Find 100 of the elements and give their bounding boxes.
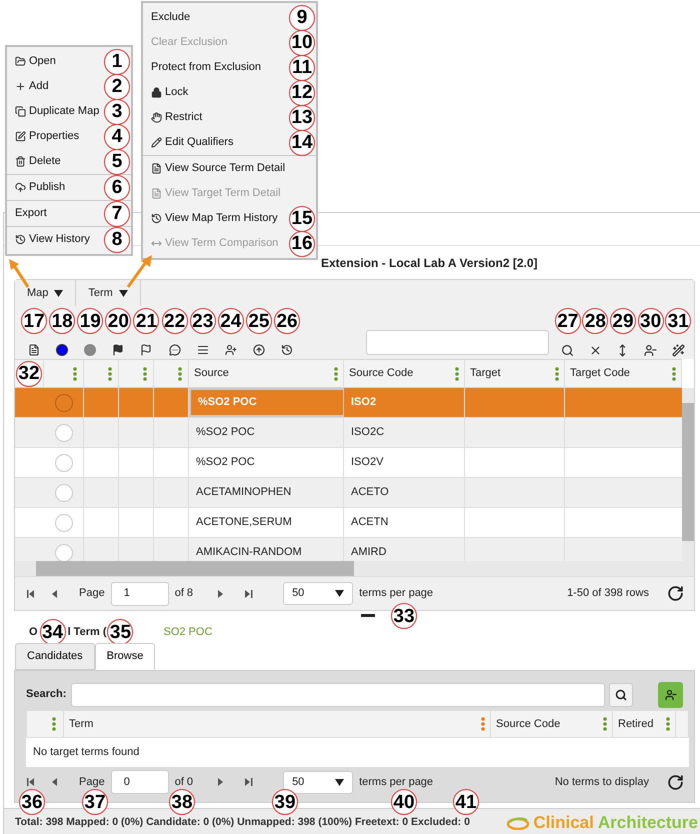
edit-icon (15, 131, 26, 142)
callout-number: 15 (289, 206, 315, 232)
column-header[interactable]: Target Code (570, 365, 630, 382)
table-row[interactable]: AMIKACIN-RANDOM AMIRD (15, 538, 682, 561)
table-cell-text: ACETONE,SERUM (196, 515, 292, 530)
callout-number: 12 (289, 80, 315, 106)
callout-number: 5 (104, 148, 130, 174)
menu-item[interactable]: Restrict (151, 109, 202, 126)
horizontal-scrollbar[interactable] (15, 561, 682, 576)
last-page-icon[interactable] (244, 777, 254, 787)
callout-number: 30 (638, 308, 664, 334)
history-icon (281, 344, 294, 356)
row-summary: 1-50 of 398 rows (567, 586, 649, 602)
menu-item[interactable]: Properties (15, 128, 80, 145)
menu-item[interactable]: Duplicate Map (15, 103, 100, 120)
callout-number: 29 (610, 308, 636, 334)
menu-item[interactable]: Edit Qualifiers (151, 134, 234, 151)
column-menu-icon[interactable] (672, 366, 676, 380)
table-row[interactable]: ACETONE,SERUM ACETN (15, 508, 682, 538)
pointer-arrow (126, 254, 154, 288)
radio-button[interactable] (54, 454, 72, 472)
page-label: Page (79, 586, 105, 602)
menu-item[interactable]: View Source Term Detail (151, 160, 286, 177)
column-menu-icon[interactable] (178, 366, 182, 380)
page-label: Page (79, 774, 105, 790)
menu-item[interactable]: Add (15, 78, 49, 95)
callout-number: 17 (21, 308, 48, 334)
splitter-handle[interactable] (361, 614, 375, 617)
page-size-select[interactable]: 50 (283, 582, 354, 605)
search-field[interactable] (366, 330, 549, 355)
column-menu-icon[interactable] (73, 366, 77, 380)
page-field[interactable]: 0 (110, 770, 169, 794)
tab[interactable]: Candidates (15, 643, 95, 670)
radio-button[interactable] (54, 514, 72, 532)
first-page-icon[interactable] (27, 588, 36, 598)
original-term-label: O (29, 624, 38, 640)
previous-page-icon[interactable] (50, 588, 59, 598)
column-menu-icon[interactable] (143, 366, 147, 380)
search-field[interactable] (71, 682, 605, 706)
column-menu-icon[interactable] (555, 366, 559, 380)
column-header[interactable]: Source (194, 365, 229, 382)
page-size-select[interactable]: 50 (283, 770, 354, 794)
menu-item[interactable]: Exclude (151, 9, 190, 26)
page-title: Extension - Local Lab A Version2 [2.0] (321, 254, 538, 272)
column-menu-icon[interactable] (334, 366, 338, 380)
column-header[interactable]: Target (470, 365, 501, 382)
menu-item[interactable]: Open (15, 53, 56, 70)
column-menu-icon[interactable] (455, 366, 459, 380)
menu-item[interactable]: Publish (15, 179, 66, 196)
callout-number: 18 (49, 308, 76, 334)
first-page-icon[interactable] (27, 777, 36, 787)
menu-item[interactable]: Lock (151, 84, 188, 101)
previous-page-icon[interactable] (50, 777, 59, 787)
refresh-icon[interactable] (667, 774, 684, 790)
flag-outline-icon (140, 344, 152, 356)
column-menu-icon[interactable] (666, 717, 670, 731)
cloud-upload-icon (15, 182, 26, 193)
last-page-icon[interactable] (244, 588, 254, 598)
remove-user-icon (664, 688, 677, 700)
table-row[interactable]: %SO2 POC ISO2C (15, 418, 682, 448)
empty-message: No target terms found (33, 745, 140, 760)
radio-button[interactable] (54, 394, 72, 412)
menu-item[interactable]: View History (15, 231, 90, 248)
column-header[interactable]: Source Code (496, 716, 560, 732)
column-menu-icon[interactable] (481, 717, 485, 731)
add-user-icon (224, 344, 237, 356)
table-row[interactable]: ACETAMINOPHEN ACETO (15, 478, 682, 508)
table-row[interactable]: %SO2 POC ISO2V (15, 448, 682, 478)
callout-number: 34 (40, 619, 66, 645)
column-header[interactable]: Retired (618, 716, 654, 732)
table-cell-text: AMIRD (351, 545, 386, 560)
radio-button[interactable] (54, 544, 72, 561)
lock-icon (151, 87, 162, 98)
menu-item[interactable]: Protect from Exclusion (151, 59, 262, 76)
row-summary: No terms to display (554, 774, 649, 790)
callout-number: 35 (107, 619, 134, 645)
column-menu-icon[interactable] (603, 717, 607, 731)
column-header[interactable]: Term (69, 716, 94, 732)
table-cell-text: ACETO (351, 485, 389, 500)
vertical-scrollbar[interactable] (682, 388, 694, 576)
search-button[interactable] (608, 682, 634, 706)
menu-item[interactable]: View Map Term History (151, 210, 278, 227)
tab[interactable]: Browse (94, 643, 156, 670)
callout-number: 9 (289, 4, 315, 30)
column-menu-icon[interactable] (108, 366, 112, 380)
radio-button[interactable] (54, 484, 72, 502)
callout-number: 19 (77, 308, 104, 334)
company-logo: Clinical Architecture (507, 810, 698, 834)
page-field[interactable]: 1 (110, 582, 169, 606)
menu-item[interactable]: Export (15, 205, 47, 222)
radio-button[interactable] (54, 424, 72, 442)
remove-user-button[interactable] (658, 682, 683, 708)
plus-icon (15, 81, 26, 92)
menu-item[interactable]: Delete (15, 153, 61, 170)
callout-number: 14 (289, 130, 315, 156)
callout-number: 10 (289, 30, 315, 56)
column-header[interactable]: Source Code (349, 365, 414, 382)
original-term-label: l Term ( (68, 624, 106, 640)
column-menu-icon[interactable] (52, 717, 56, 731)
refresh-icon[interactable] (667, 585, 684, 602)
